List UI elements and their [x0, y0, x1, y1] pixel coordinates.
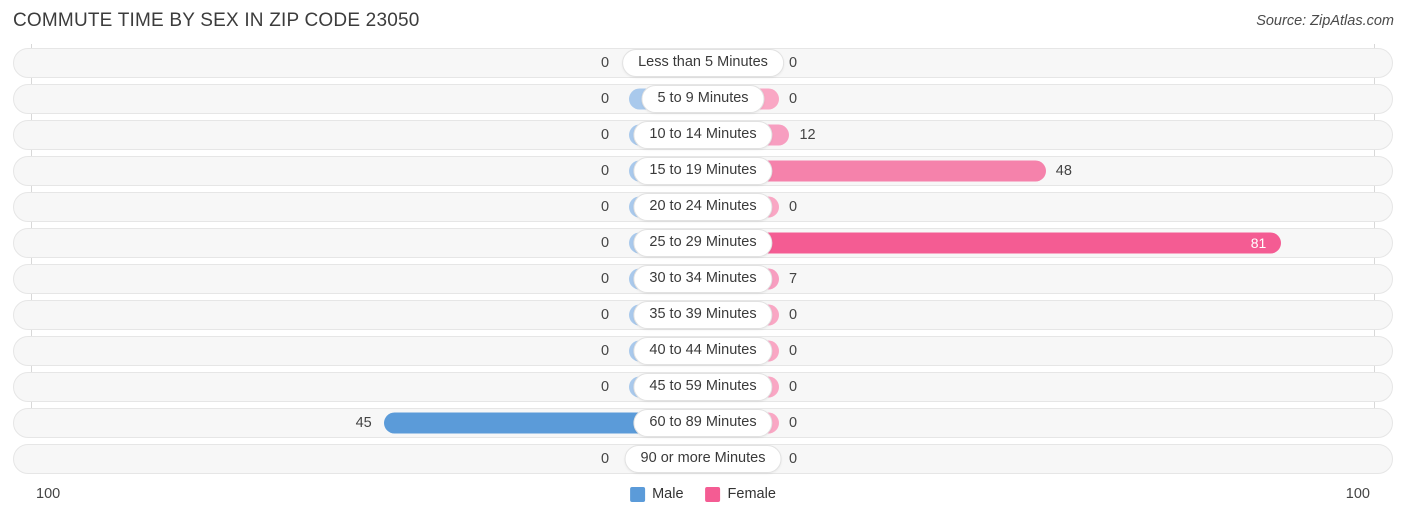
value-label-male: 0 [601, 343, 610, 359]
table-row: 0 0 90 or more Minutes [13, 444, 1393, 474]
value-label-female: 0 [789, 91, 798, 107]
legend-item-male[interactable]: Male [630, 486, 684, 502]
table-row: 45 0 60 to 89 Minutes [13, 408, 1393, 438]
value-label-male: 0 [601, 199, 610, 215]
page-title: COMMUTE TIME BY SEX IN ZIP CODE 23050 [13, 10, 420, 31]
table-row: 0 48 15 to 19 Minutes [13, 156, 1393, 186]
chart-legend: Male Female [630, 486, 776, 502]
value-label-male: 0 [601, 127, 610, 143]
table-row: 0 12 10 to 14 Minutes [13, 120, 1393, 150]
source-attribution: Source: ZipAtlas.com [1256, 13, 1394, 29]
table-row: 0 0 20 to 24 Minutes [13, 192, 1393, 222]
row-bar-area: 0 0 Less than 5 Minutes [14, 49, 1392, 77]
category-label: 20 to 24 Minutes [633, 193, 773, 221]
table-row: 0 0 35 to 39 Minutes [13, 300, 1393, 330]
category-label: Less than 5 Minutes [622, 49, 784, 77]
value-label-female: 12 [799, 127, 816, 143]
value-label-female: 7 [789, 271, 798, 287]
row-bar-area: 0 48 15 to 19 Minutes [14, 157, 1392, 185]
value-label-male: 0 [601, 271, 610, 287]
legend-item-female[interactable]: Female [705, 486, 776, 502]
chart-plot-area: 0 0 Less than 5 Minutes 0 0 5 to 9 Minutes 0 12… [0, 44, 1406, 480]
table-row: 0 7 30 to 34 Minutes [13, 264, 1393, 294]
chart-footer: 100 100 Male Female [0, 480, 1406, 522]
value-label-female: 81 [1250, 235, 1267, 251]
category-label: 40 to 44 Minutes [633, 337, 773, 365]
table-row: 0 0 5 to 9 Minutes [13, 84, 1393, 114]
row-bar-area: 0 0 45 to 59 Minutes [14, 373, 1392, 401]
value-label-male: 0 [601, 379, 610, 395]
value-label-female: 0 [789, 343, 798, 359]
category-label: 25 to 29 Minutes [633, 229, 773, 257]
row-bar-area: 0 0 40 to 44 Minutes [14, 337, 1392, 365]
value-label-female: 0 [789, 199, 798, 215]
row-bar-area: 0 12 10 to 14 Minutes [14, 121, 1392, 149]
table-row: 0 0 45 to 59 Minutes [13, 372, 1393, 402]
category-label: 5 to 9 Minutes [641, 85, 765, 113]
row-bar-area: 0 0 90 or more Minutes [14, 445, 1392, 473]
category-label: 30 to 34 Minutes [633, 265, 773, 293]
value-label-female: 48 [1055, 163, 1072, 179]
axis-left-max: 100 [36, 486, 61, 502]
value-label-female: 0 [789, 55, 798, 71]
category-label: 60 to 89 Minutes [633, 409, 773, 437]
chart-header: COMMUTE TIME BY SEX IN ZIP CODE 23050 So… [0, 0, 1406, 44]
row-bar-area: 0 0 20 to 24 Minutes [14, 193, 1392, 221]
row-bar-area: 45 0 60 to 89 Minutes [14, 409, 1392, 437]
value-label-male: 0 [601, 163, 610, 179]
value-label-male: 0 [601, 55, 610, 71]
value-label-female: 0 [789, 379, 798, 395]
category-label: 15 to 19 Minutes [633, 157, 773, 185]
category-label: 10 to 14 Minutes [633, 121, 773, 149]
category-label: 35 to 39 Minutes [633, 301, 773, 329]
row-bar-area: 0 0 35 to 39 Minutes [14, 301, 1392, 329]
table-row: 0 0 40 to 44 Minutes [13, 336, 1393, 366]
row-bar-area: 0 81 25 to 29 Minutes [14, 229, 1392, 257]
legend-swatch-male [630, 486, 646, 502]
axis-right-max: 100 [1345, 486, 1370, 502]
value-label-male: 0 [601, 307, 610, 323]
row-bar-area: 0 0 5 to 9 Minutes [14, 85, 1392, 113]
row-bar-area: 0 7 30 to 34 Minutes [14, 265, 1392, 293]
legend-label-male: Male [652, 486, 684, 502]
category-label: 90 or more Minutes [624, 445, 782, 473]
legend-swatch-female [705, 486, 721, 502]
value-label-male: 0 [601, 91, 610, 107]
table-row: 0 81 25 to 29 Minutes [13, 228, 1393, 258]
value-label-male: 0 [601, 451, 610, 467]
value-label-male: 45 [355, 415, 372, 431]
bar-rows: 0 0 Less than 5 Minutes 0 0 5 to 9 Minutes 0 12… [13, 48, 1393, 480]
category-label: 45 to 59 Minutes [633, 373, 773, 401]
value-label-female: 0 [789, 415, 798, 431]
legend-label-female: Female [727, 486, 776, 502]
value-label-female: 0 [789, 307, 798, 323]
table-row: 0 0 Less than 5 Minutes [13, 48, 1393, 78]
value-label-female: 0 [789, 451, 798, 467]
bar-female[interactable] [704, 232, 1281, 254]
value-label-male: 0 [601, 235, 610, 251]
